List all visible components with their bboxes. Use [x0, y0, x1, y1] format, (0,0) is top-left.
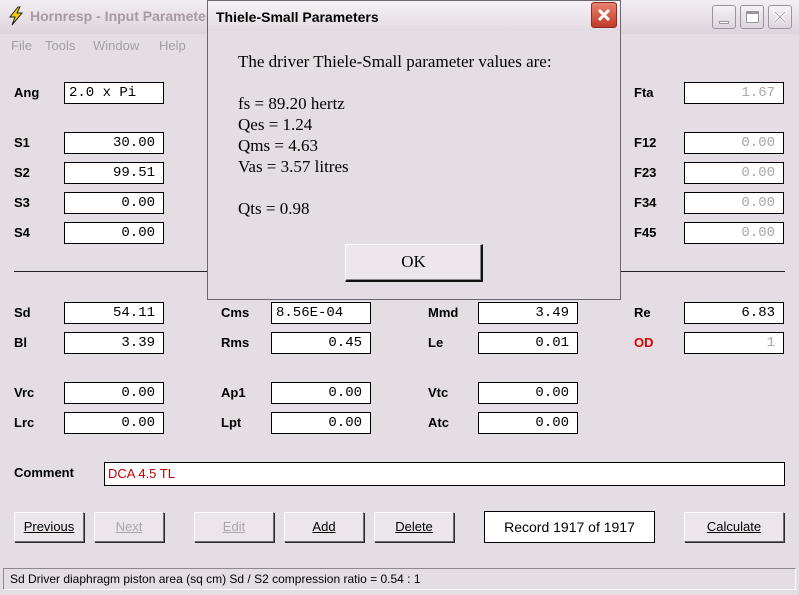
dialog-title-bar[interactable]: Thiele-Small Parameters	[208, 1, 620, 31]
f23-field: 0.00	[684, 162, 784, 184]
dialog-intro-text: The driver Thiele-Small parameter values…	[238, 52, 552, 71]
add-button[interactable]: Add	[284, 512, 364, 542]
close-icon	[597, 8, 611, 22]
lpt-field[interactable]: 0.00	[271, 412, 371, 434]
menu-help[interactable]: Help	[159, 38, 186, 53]
qts-value: Qts = 0.98	[238, 199, 310, 218]
lpt-label: Lpt	[221, 415, 242, 430]
record-indicator: Record 1917 of 1917	[484, 511, 655, 543]
minimize-button[interactable]	[712, 5, 736, 29]
comment-field[interactable]: DCA 4.5 TL	[104, 462, 785, 486]
s1-label: S1	[14, 135, 30, 150]
od-label: OD	[634, 335, 654, 350]
f12-label: F12	[634, 135, 657, 150]
bl-field[interactable]: 3.39	[64, 332, 164, 354]
vrc-label: Vrc	[14, 385, 35, 400]
status-bar: Sd Driver diaphragm piston area (sq cm) …	[3, 568, 796, 590]
qms-value: Qms = 4.63	[238, 136, 318, 155]
s3-field[interactable]: 0.00	[64, 192, 164, 214]
s4-label: S4	[14, 225, 30, 240]
maximize-button[interactable]	[740, 5, 764, 29]
fta-field: 1.67	[684, 82, 784, 104]
minimize-icon	[719, 21, 729, 24]
f34-label: F34	[634, 195, 657, 210]
hornresp-window: Hornresp - Input Parameters File Tools W…	[0, 0, 799, 595]
menu-tools[interactable]: Tools	[45, 38, 75, 53]
comment-label: Comment	[14, 465, 74, 480]
cms-label: Cms	[221, 305, 250, 320]
f45-label: F45	[634, 225, 657, 240]
bl-label: Bl	[14, 335, 27, 350]
maximize-icon	[746, 11, 759, 23]
f23-label: F23	[634, 165, 657, 180]
dialog-close-button[interactable]	[591, 2, 617, 28]
window-title: Hornresp - Input Parameters	[30, 8, 220, 24]
qes-value: Qes = 1.24	[238, 115, 313, 134]
cms-field[interactable]: 8.56E-04	[271, 302, 371, 324]
close-button[interactable]	[768, 5, 792, 29]
menu-window[interactable]: Window	[93, 38, 139, 53]
lightning-icon[interactable]	[6, 6, 26, 26]
menu-file[interactable]: File	[11, 38, 32, 53]
mmd-field[interactable]: 3.49	[478, 302, 578, 324]
ap1-label: Ap1	[221, 385, 246, 400]
f45-field: 0.00	[684, 222, 784, 244]
calculate-button[interactable]: Calculate	[684, 512, 784, 542]
mmd-label: Mmd	[428, 305, 459, 320]
ap1-field[interactable]: 0.00	[271, 382, 371, 404]
re-label: Re	[634, 305, 651, 320]
atc-label: Atc	[428, 415, 449, 430]
vtc-label: Vtc	[428, 385, 449, 400]
rms-label: Rms	[221, 335, 250, 350]
ang-field[interactable]: 2.0 x Pi	[64, 82, 164, 104]
dialog-title: Thiele-Small Parameters	[216, 9, 379, 25]
s2-label: S2	[14, 165, 30, 180]
s4-field[interactable]: 0.00	[64, 222, 164, 244]
s2-field[interactable]: 99.51	[64, 162, 164, 184]
previous-button[interactable]: Previous	[14, 512, 84, 542]
od-field: 1	[684, 332, 784, 354]
vtc-field[interactable]: 0.00	[478, 382, 578, 404]
fs-value: fs = 89.20 hertz	[238, 94, 345, 113]
thiele-small-dialog: Thiele-Small Parameters The driver Thiel…	[207, 0, 621, 300]
s3-label: S3	[14, 195, 30, 210]
re-field[interactable]: 6.83	[684, 302, 784, 324]
vas-value: Vas = 3.57 litres	[238, 157, 349, 176]
close-icon	[773, 10, 787, 24]
le-field[interactable]: 0.01	[478, 332, 578, 354]
fta-label: Fta	[634, 85, 654, 100]
lrc-label: Lrc	[14, 415, 35, 430]
delete-button[interactable]: Delete	[374, 512, 454, 542]
atc-field[interactable]: 0.00	[478, 412, 578, 434]
ang-label: Ang	[14, 85, 40, 100]
sd-field[interactable]: 54.11	[64, 302, 164, 324]
next-button: Next	[94, 512, 164, 542]
ok-button[interactable]: OK	[345, 244, 483, 282]
sd-label: Sd	[14, 305, 31, 320]
vrc-field[interactable]: 0.00	[64, 382, 164, 404]
rms-field[interactable]: 0.45	[271, 332, 371, 354]
lrc-field[interactable]: 0.00	[64, 412, 164, 434]
f34-field: 0.00	[684, 192, 784, 214]
f12-field: 0.00	[684, 132, 784, 154]
s1-field[interactable]: 30.00	[64, 132, 164, 154]
le-label: Le	[428, 335, 444, 350]
edit-button: Edit	[194, 512, 274, 542]
